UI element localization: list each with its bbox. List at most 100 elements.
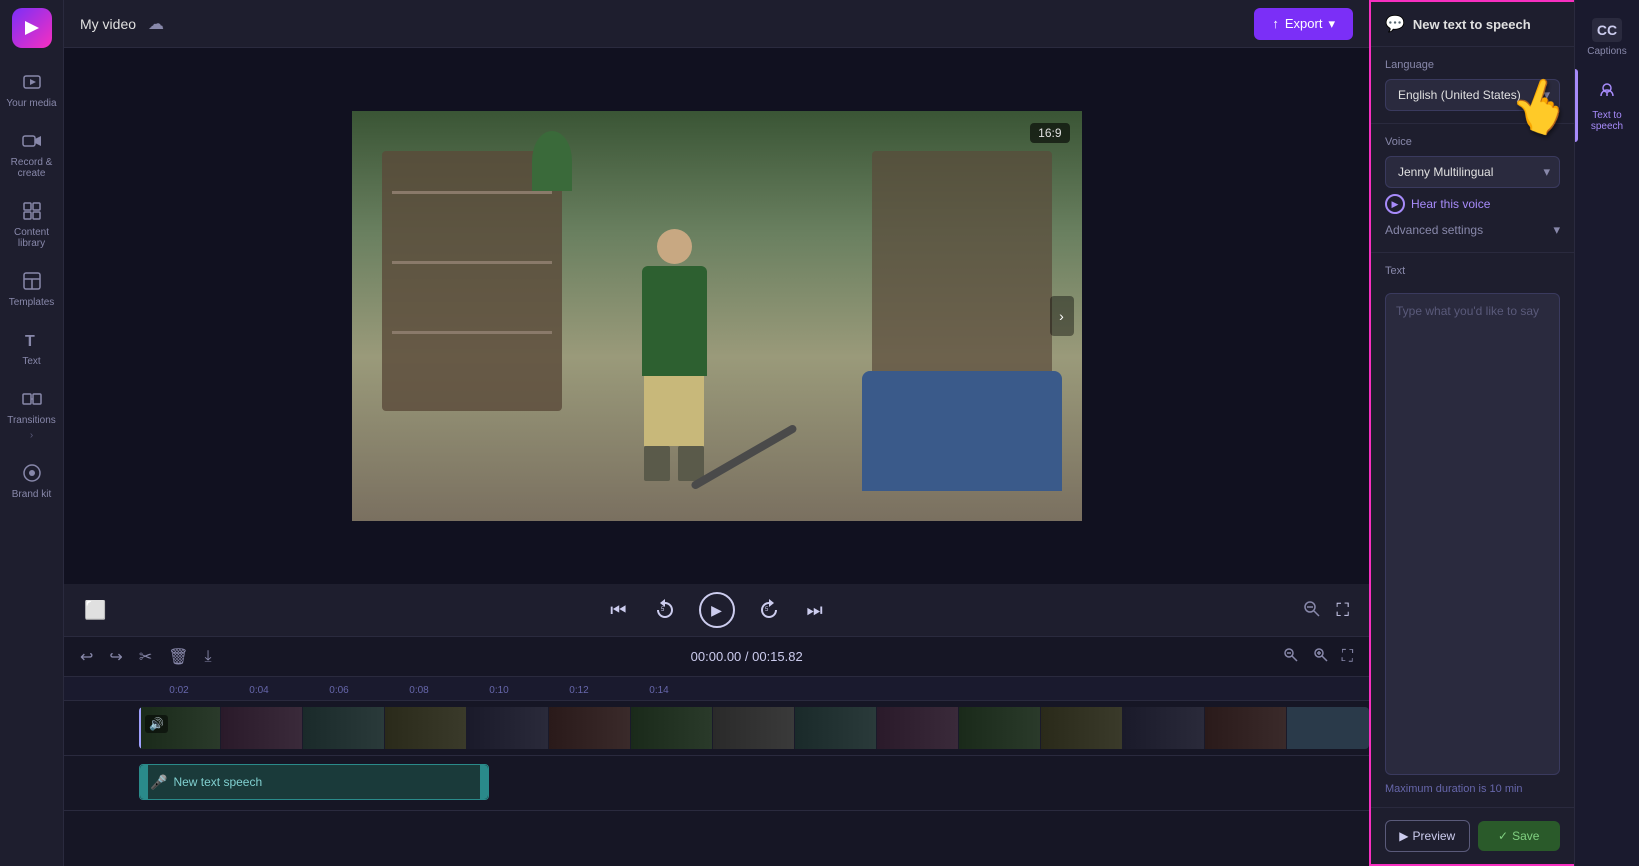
timeline-zoom-in-button[interactable] xyxy=(1308,644,1332,669)
sidebar-item-record[interactable]: Record & create xyxy=(0,119,63,189)
playhead[interactable] xyxy=(139,707,141,749)
film-cell xyxy=(713,707,795,749)
cut-button[interactable]: ✂ xyxy=(135,645,156,669)
tts-panel-header: 💬 New text to speech xyxy=(1371,2,1574,47)
save-check-icon: ✓ xyxy=(1498,829,1508,843)
film-cell xyxy=(959,707,1041,749)
next-scene-button[interactable]: › xyxy=(1050,296,1074,336)
sidebar-item-content-library-label: Content library xyxy=(4,227,59,249)
forward5-button[interactable]: 5 xyxy=(755,594,783,627)
film-cell xyxy=(467,707,549,749)
text-section: Text Maximum duration is 10 min xyxy=(1371,253,1574,807)
back5-button[interactable]: 5 xyxy=(651,594,679,627)
sidebar-item-templates-label: Templates xyxy=(9,297,55,308)
left-controls: ⬜ xyxy=(80,596,110,625)
preview-play-icon: ▶ xyxy=(1399,829,1408,843)
zoom-controls: ⛶ xyxy=(1278,644,1357,669)
timeline-fit-button[interactable]: ⛶ xyxy=(1338,646,1357,668)
preview-button[interactable]: ▶ Preview xyxy=(1385,820,1470,852)
fastforward-button[interactable]: ⏭ xyxy=(803,596,827,625)
tts-handle-right[interactable] xyxy=(480,765,488,799)
fullscreen-button[interactable]: ⛶ xyxy=(1332,596,1353,625)
language-select-wrap: English (United States) English (United … xyxy=(1385,79,1560,111)
video-background xyxy=(352,111,1082,521)
right-controls: ⛶ xyxy=(1298,595,1353,626)
preview-label: Preview xyxy=(1413,829,1456,843)
left-sidebar: Your media Record & create Content libra… xyxy=(0,0,64,866)
redo-button[interactable]: ↪ xyxy=(105,645,126,669)
templates-icon xyxy=(20,269,44,293)
right-icon-panel: CC Captions Text to speech 👆 xyxy=(1574,0,1639,866)
app-logo xyxy=(12,8,52,48)
export-button[interactable]: ↑ Export ▾ xyxy=(1254,8,1353,40)
timeline-zoom-out-button[interactable] xyxy=(1278,644,1302,669)
tts-panel: 💬 New text to speech Language English (U… xyxy=(1369,0,1574,866)
text-icon: T xyxy=(20,328,44,352)
timeline-toolbar: ↩ ↪ ✂ 🗑 ⤓ 00:00.00 / 00:15.82 ⛶ xyxy=(64,637,1369,677)
ruler-marks: 0:02 0:04 0:06 0:08 0:10 0:12 0:14 xyxy=(139,685,699,696)
save-label: Save xyxy=(1512,829,1539,843)
export-label: Export xyxy=(1285,16,1323,31)
right-side: 💬 New text to speech Language English (U… xyxy=(1369,0,1639,866)
brand-icon xyxy=(20,461,44,485)
tts-text-input[interactable] xyxy=(1385,293,1560,775)
sidebar-item-transitions[interactable]: Transitions › xyxy=(0,377,63,451)
sidebar-item-templates[interactable]: Templates xyxy=(0,259,63,318)
sidebar-item-text[interactable]: T Text xyxy=(0,318,63,377)
aspect-ratio-badge: 16:9 xyxy=(1030,123,1069,143)
captions-panel-item[interactable]: CC Captions xyxy=(1575,8,1639,67)
language-select[interactable]: English (United States) English (United … xyxy=(1385,79,1560,111)
save-cloud-icon[interactable]: ☁ xyxy=(148,14,164,34)
transitions-icon xyxy=(20,387,44,411)
film-cell xyxy=(549,707,631,749)
tts-track-bar[interactable]: 🎤 New text speech xyxy=(139,764,489,800)
undo-button[interactable]: ↩ xyxy=(76,645,97,669)
delete-button[interactable]: 🗑 xyxy=(164,645,192,669)
film-cell xyxy=(1123,707,1205,749)
sidebar-item-brand[interactable]: Brand kit xyxy=(0,451,63,510)
max-duration-label: Maximum duration is 10 min xyxy=(1385,783,1560,795)
video-track-content[interactable]: 🔊 xyxy=(139,701,1369,755)
record-icon xyxy=(20,129,44,153)
save-button[interactable]: ✓ Save xyxy=(1478,821,1561,851)
save-to-media-button[interactable]: ⤓ xyxy=(201,646,216,668)
tts-track-label-text: New text speech xyxy=(173,775,262,789)
tts-header-icon: 💬 xyxy=(1385,14,1405,34)
export-icon: ↑ xyxy=(1272,16,1279,31)
tts-panel-item[interactable]: Text to speech xyxy=(1575,69,1639,142)
tts-panel-title: New text to speech xyxy=(1413,17,1531,32)
sidebar-item-your-media[interactable]: Your media xyxy=(0,60,63,119)
export-chevron-icon: ▾ xyxy=(1328,16,1335,32)
advanced-settings-label: Advanced settings xyxy=(1385,223,1483,237)
expand-chevron-icon: › xyxy=(30,430,33,441)
sidebar-item-content-library[interactable]: Content library xyxy=(0,189,63,259)
captions-icon: CC xyxy=(1592,18,1622,42)
monitor-icon[interactable]: ⬜ xyxy=(80,596,110,625)
film-strip xyxy=(139,707,1287,749)
play-button[interactable]: ▶ xyxy=(699,592,735,628)
zoom-out-button[interactable] xyxy=(1298,595,1324,626)
video-frame xyxy=(352,111,1082,521)
tts-footer: ▶ Preview ✓ Save xyxy=(1371,807,1574,864)
video-controls: ⬜ ⏮ 5 ▶ 5 ⏭ ⛶ xyxy=(64,584,1369,636)
tts-panel-label: Text to speech xyxy=(1579,110,1635,132)
advanced-settings-row[interactable]: Advanced settings ▾ xyxy=(1385,220,1560,240)
rewind-button[interactable]: ⏮ xyxy=(606,596,630,625)
hear-voice-button[interactable]: ▶ Hear this voice xyxy=(1385,188,1490,220)
ruler-mark: 0:14 xyxy=(619,685,699,696)
sidebar-item-brand-label: Brand kit xyxy=(12,489,51,500)
video-container: 16:9 › xyxy=(64,48,1369,584)
sidebar-item-transitions-label: Transitions xyxy=(7,415,56,426)
voice-select[interactable]: Jenny Multilingual Guy Aria Davis Jane xyxy=(1385,156,1560,188)
tts-icon xyxy=(1596,79,1618,106)
main-area: My video ☁ ↑ Export ▾ xyxy=(64,0,1369,866)
timeline-area: ↩ ↪ ✂ 🗑 ⤓ 00:00.00 / 00:15.82 ⛶ xyxy=(64,636,1369,866)
ruler-mark: 0:02 xyxy=(139,685,219,696)
ruler-mark: 0:08 xyxy=(379,685,459,696)
tts-handle-left[interactable] xyxy=(140,765,148,799)
topbar: My video ☁ ↑ Export ▾ xyxy=(64,0,1369,48)
tts-track-content[interactable]: 🎤 New text speech xyxy=(139,756,1369,810)
svg-text:5: 5 xyxy=(661,607,665,613)
text-section-label: Text xyxy=(1385,265,1560,277)
tts-track-icon: 🎤 xyxy=(150,774,167,791)
